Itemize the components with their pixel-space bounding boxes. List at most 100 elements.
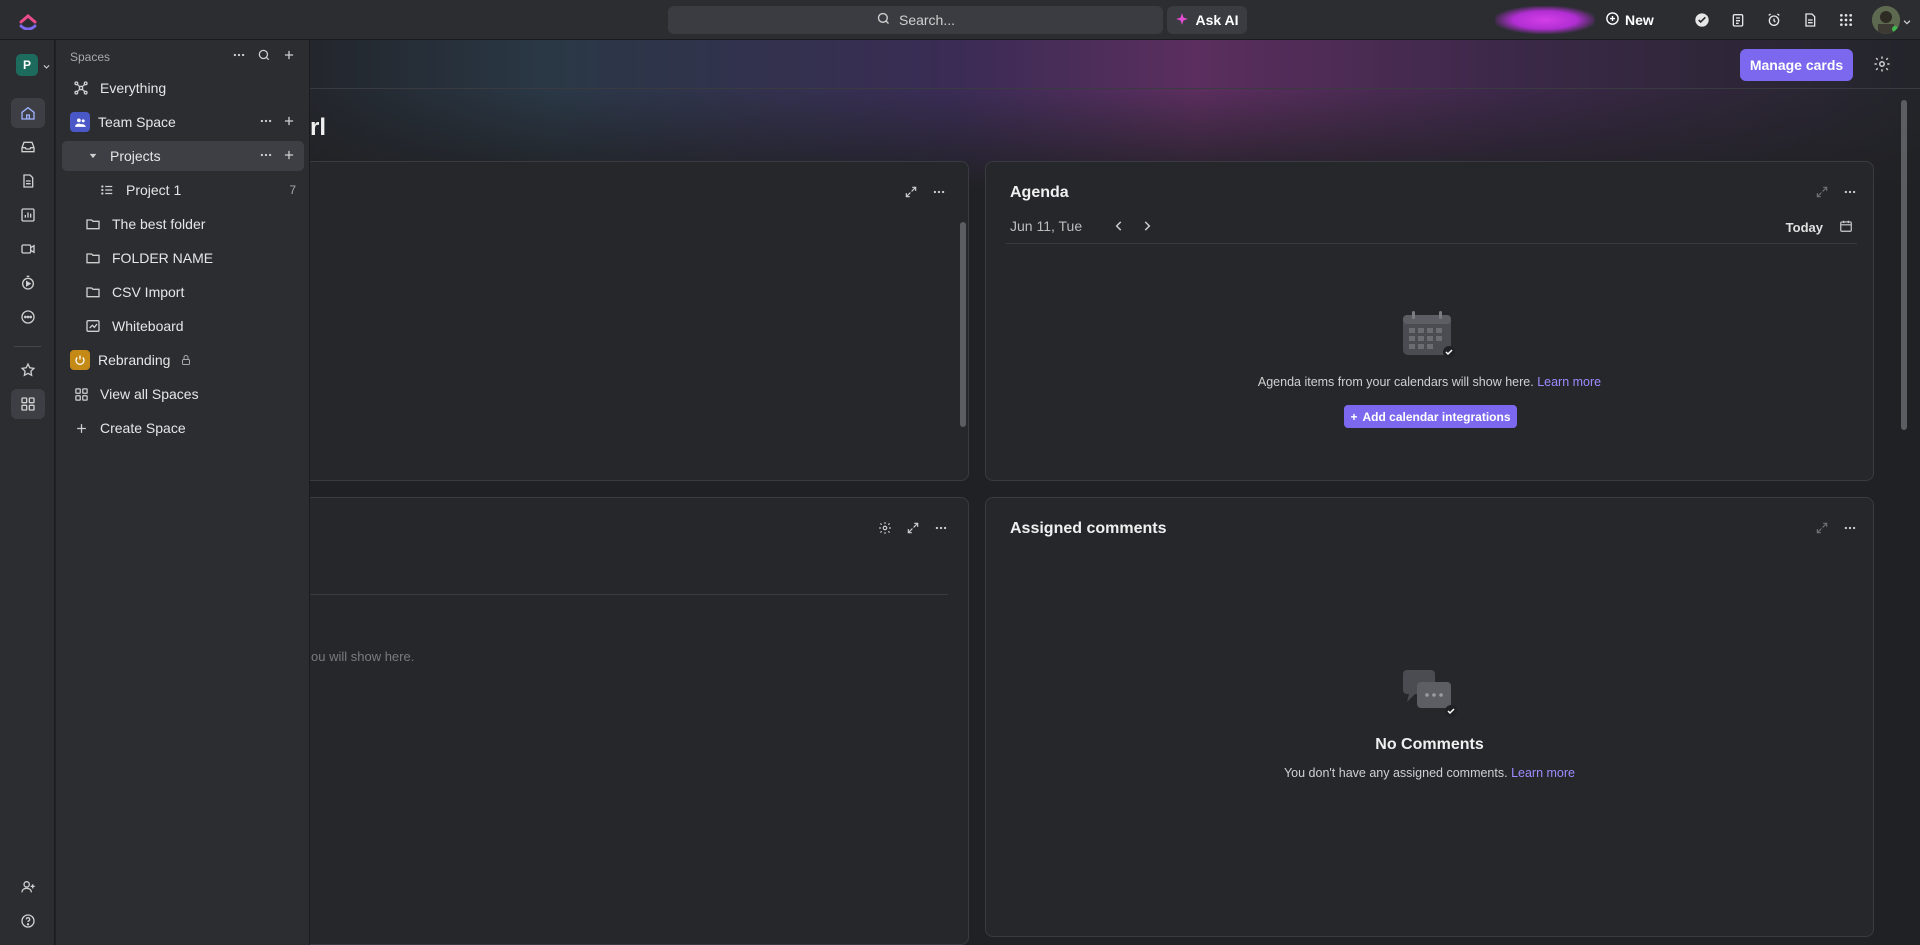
more-icon[interactable]	[931, 184, 947, 200]
plus-icon[interactable]	[282, 114, 296, 131]
alarm-clock-icon[interactable]	[1762, 8, 1786, 32]
team-icon	[70, 112, 90, 132]
expand-icon[interactable]	[905, 520, 921, 536]
sidebar-item-label: The best folder	[112, 216, 206, 232]
plus-icon	[72, 419, 90, 437]
sidebar-item-label: Projects	[110, 148, 161, 164]
list-icon	[98, 181, 116, 199]
expand-icon[interactable]	[1814, 184, 1830, 200]
sidebar-item-csv-import[interactable]: CSV Import	[62, 277, 304, 307]
sidebar-item-the-best-folder[interactable]: The best folder	[62, 209, 304, 239]
sidebar-item-projects[interactable]: Projects	[62, 141, 304, 171]
divider	[14, 346, 41, 347]
page-greeting: rl	[310, 114, 327, 141]
row-actions	[259, 114, 296, 131]
sidebar-item-view-all-spaces[interactable]: View all Spaces	[62, 379, 304, 409]
manage-cards-button[interactable]: Manage cards	[1740, 49, 1853, 81]
plus-icon[interactable]	[282, 148, 296, 165]
calendar-illustration-icon	[1401, 310, 1457, 365]
card-agenda-tools	[1814, 184, 1858, 200]
new-button[interactable]: New	[1605, 6, 1654, 34]
chevron-left-icon[interactable]	[1112, 219, 1126, 238]
card-agenda: Agenda Jun 11, Tue Today Agenda items fr…	[985, 161, 1874, 481]
card-top-left-tools	[903, 184, 947, 200]
everything-icon	[72, 79, 90, 97]
main-scrollbar[interactable]	[1900, 92, 1908, 942]
chevron-down-icon[interactable]	[1902, 14, 1912, 32]
caret-down-icon[interactable]	[84, 147, 102, 165]
timer-icon[interactable]	[11, 268, 45, 298]
sidebar-item-folder-name[interactable]: FOLDER NAME	[62, 243, 304, 273]
sparkle-icon	[1175, 12, 1189, 29]
card-title: Agenda	[1010, 184, 1069, 201]
agenda-date: Jun 11, Tue	[1010, 218, 1083, 234]
card-bottom-left: ou will show here.	[290, 497, 969, 945]
search-bar[interactable]: Search...	[668, 6, 1163, 34]
ask-ai-button[interactable]: Ask AI	[1167, 6, 1247, 34]
sidebar-item-project-1[interactable]: Project 1 7	[62, 175, 304, 205]
empty-text-fragment: ou will show here.	[311, 649, 415, 664]
more-icon[interactable]	[1842, 184, 1858, 200]
video-icon[interactable]	[11, 234, 45, 264]
today-button[interactable]: Today	[1786, 220, 1823, 235]
more-icon[interactable]	[1842, 520, 1858, 536]
more-icon[interactable]	[259, 148, 273, 165]
card-scrollbar[interactable]	[959, 217, 967, 479]
gear-icon[interactable]	[1873, 55, 1893, 75]
card-assigned-comments: Assigned comments No Comments You don't …	[985, 497, 1874, 937]
grid-icon	[72, 385, 90, 403]
star-icon[interactable]	[11, 355, 45, 385]
docs-icon[interactable]	[11, 166, 45, 196]
document-icon[interactable]	[1798, 8, 1822, 32]
card-scroll-thumb[interactable]	[960, 222, 966, 427]
help-icon[interactable]	[11, 906, 45, 936]
more-icon[interactable]	[230, 46, 248, 64]
spaces-icon[interactable]	[11, 389, 45, 419]
plus-icon[interactable]	[280, 46, 298, 64]
sidebar-item-create-space[interactable]: Create Space	[62, 413, 304, 443]
sidebar-item-label: Create Space	[100, 420, 186, 436]
search-icon[interactable]	[255, 46, 273, 64]
sidebar-item-everything[interactable]: Everything	[62, 73, 304, 103]
apps-grid-icon[interactable]	[1834, 8, 1858, 32]
invite-user-icon[interactable]	[11, 872, 45, 902]
sidebar-item-label: Whiteboard	[112, 318, 184, 334]
card-top-left	[290, 161, 969, 481]
user-avatar[interactable]	[1872, 6, 1900, 34]
main-scroll-thumb[interactable]	[1901, 100, 1907, 430]
comments-illustration-icon	[1401, 668, 1461, 723]
sidebar-item-whiteboard[interactable]: Whiteboard	[62, 311, 304, 341]
sidebar-item-rebranding[interactable]: Rebranding	[62, 345, 304, 375]
sidebar-item-label: CSV Import	[112, 284, 185, 300]
divider	[291, 594, 948, 595]
learn-more-link[interactable]: Learn more	[1511, 766, 1575, 780]
learn-more-link[interactable]: Learn more	[1537, 375, 1601, 389]
whiteboard-icon	[84, 317, 102, 335]
top-icon-group	[1690, 8, 1858, 32]
chevron-right-icon[interactable]	[1140, 219, 1154, 238]
left-rail: P	[0, 40, 55, 945]
sidebar-item-label: Rebranding	[98, 352, 171, 368]
notepad-icon[interactable]	[1726, 8, 1750, 32]
check-circle-icon[interactable]	[1690, 8, 1714, 32]
agenda-nav	[1112, 219, 1154, 238]
row-actions	[259, 148, 296, 165]
clickup-logo-icon[interactable]	[18, 8, 38, 31]
gear-icon[interactable]	[877, 520, 893, 536]
add-calendar-integrations-button[interactable]: + Add calendar integrations	[1344, 405, 1517, 428]
more-icon[interactable]	[259, 114, 273, 131]
new-label: New	[1625, 12, 1654, 28]
calendar-icon[interactable]	[1839, 219, 1853, 238]
more-icon[interactable]	[933, 520, 949, 536]
more-circle-icon[interactable]	[11, 302, 45, 332]
expand-icon[interactable]	[903, 184, 919, 200]
dashboards-icon[interactable]	[11, 200, 45, 230]
expand-icon[interactable]	[1814, 520, 1830, 536]
home-header-row	[310, 40, 1920, 89]
inbox-icon[interactable]	[11, 132, 45, 162]
chevron-down-icon[interactable]	[42, 58, 51, 76]
home-icon[interactable]	[11, 98, 45, 128]
workspace-badge[interactable]: P	[16, 54, 38, 76]
sidebar-item-label: Team Space	[98, 114, 176, 130]
sidebar-item-team-space[interactable]: Team Space	[62, 107, 304, 137]
